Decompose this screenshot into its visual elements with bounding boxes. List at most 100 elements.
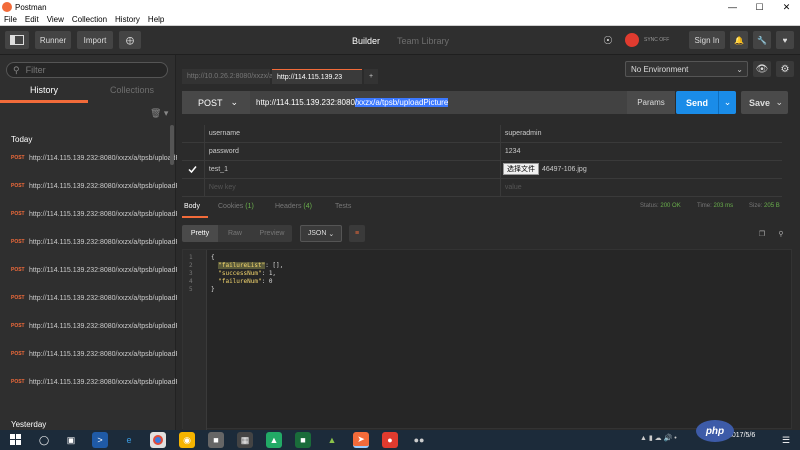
code-line: "failureList": [], [211,262,283,269]
new-key-input[interactable]: New key [204,179,499,197]
wrap-lines-button[interactable]: ≡ [349,225,365,242]
environment-select[interactable]: No Environment ⌄ [625,61,748,77]
chevron-down-icon[interactable]: ⌄ [718,91,736,114]
pretty-button[interactable]: Pretty [182,225,218,242]
form-value[interactable]: 1234 [500,143,782,161]
form-key[interactable]: password [204,143,499,161]
filter-input[interactable]: ⚲ Filter [6,62,168,78]
choose-file-button[interactable]: 选择文件 [502,163,539,175]
tab-collections[interactable]: Collections [110,85,154,95]
form-key-text: username [208,130,241,137]
chevron-down-icon: ⌄ [736,64,743,74]
line-gutter [183,250,207,430]
history-item[interactable]: POST http://114.115.139.232:8080/xxzx/a/t… [11,321,197,349]
sidebar-scrollbar[interactable] [170,125,174,165]
request-tab[interactable]: http://10.0.26.2:8080/xxzx/a [182,69,273,84]
menu-history[interactable]: History [111,15,144,24]
menu-edit[interactable]: Edit [21,15,43,24]
menu-view[interactable]: View [43,15,68,24]
search-button[interactable]: ⚲ [774,225,788,242]
response-body[interactable]: 1 2 3 4 5 { "failureList": [], "successN… [182,249,792,430]
method-select[interactable]: POST ⌄ [182,91,250,114]
menu-collection[interactable]: Collection [68,15,111,24]
form-value-text: superadmin [504,130,542,137]
history-item[interactable]: POST http://114.115.139.232:8080/xxzx/a/t… [11,265,197,293]
sign-in-button[interactable]: Sign In [689,31,725,49]
notifications-icon[interactable]: ☰ [778,432,794,448]
copy-button[interactable]: ❐ [755,225,769,242]
history-item[interactable]: POST http://114.115.139.232:8080/xxzx/a/t… [11,181,197,209]
table-row: username superadmin [182,125,782,143]
tray-icons[interactable]: ▲ ▮ ☁ 🔊 • [640,434,677,442]
new-tab-button[interactable]: ⨁ [119,31,141,49]
paint-icon[interactable]: ◉ [179,432,195,448]
history-item[interactable]: POST http://114.115.139.232:8080/xxzx/a/t… [11,237,197,265]
minimize-icon[interactable]: — [719,0,746,14]
history-item[interactable]: POST http://114.115.139.232:8080/xxzx/a/t… [11,349,197,377]
sync-icon[interactable] [625,33,639,47]
history-item[interactable]: POST http://114.115.139.232:8080/xxzx/a/t… [11,293,197,321]
sidebar-toggle-button[interactable] [5,31,29,49]
history-item[interactable]: POST http://114.115.139.232:8080/xxzx/a/t… [11,377,197,405]
add-tab-button[interactable]: + [364,69,378,84]
save-label: Save [749,97,771,108]
interceptor-icon[interactable]: ☉ [603,34,613,47]
url-input[interactable]: http://114.115.139.232:8080/xxzx/a/tpsb/… [256,91,449,114]
quick-look-button[interactable]: 👁 [753,61,771,77]
heart-button[interactable]: ♥ [776,31,794,49]
notifications-button[interactable]: 🔔 [730,31,748,49]
tab-tests[interactable]: Tests [335,203,351,210]
tab-body[interactable]: Body [184,203,200,210]
powershell-icon[interactable]: > [92,432,108,448]
settings-button[interactable]: 🔧 [753,31,771,49]
form-key[interactable]: username [204,125,499,143]
postman-logo-icon [2,2,12,12]
history-item[interactable]: POST http://114.115.139.232:8080/xxzx/a/t… [11,209,197,237]
close-icon[interactable]: ✕ [773,0,800,14]
tab-headers[interactable]: Headers (4) [275,203,312,210]
start-icon[interactable] [8,432,24,448]
wechat-icon[interactable]: ●● [411,432,427,448]
form-key[interactable]: test_1 [204,161,499,179]
new-value-input[interactable]: value [500,179,782,197]
row-checkbox[interactable] [188,165,197,174]
menu-file[interactable]: File [0,15,21,24]
terminal-icon[interactable]: ■ [295,432,311,448]
form-value[interactable]: superadmin [500,125,782,143]
url-path-selected: /xxzx/a/tpsb/uploadPicture [354,98,449,107]
menu-help[interactable]: Help [144,15,168,24]
trash-icon[interactable]: 🗑 ▾ [150,108,168,119]
request-tab-active[interactable]: http://114.115.139.23 [272,69,362,84]
edge-icon[interactable]: e [121,432,137,448]
history-tab-underline [0,100,88,103]
file-explorer-icon[interactable]: ■ [208,432,224,448]
save-button[interactable]: Save ⌄ [741,91,788,114]
method-label: POST [11,155,25,161]
size-value: 205 B [764,203,780,209]
app-red-icon[interactable]: ● [382,432,398,448]
history-item[interactable]: POST http://114.115.139.232:8080/xxzx/a/t… [11,153,197,181]
app-icon[interactable]: ▲ [266,432,282,448]
format-select[interactable]: JSON ⌄ [300,225,342,242]
url-bar: POST ⌄ http://114.115.139.232:8080/xxzx/… [182,91,675,114]
store-icon[interactable]: ▦ [237,432,253,448]
time-label: Time: [697,203,712,209]
tab-builder[interactable]: Builder [352,36,380,46]
tab-cookies[interactable]: Cookies (1) [218,203,254,210]
task-view-icon[interactable]: ▣ [63,432,79,448]
chrome-icon[interactable] [150,432,166,448]
android-studio-icon[interactable]: ▲ [324,432,340,448]
postman-taskbar-icon[interactable]: ➤ [353,432,369,448]
tab-team-library[interactable]: Team Library [397,36,449,46]
raw-button[interactable]: Raw [218,225,252,242]
preview-button[interactable]: Preview [252,225,292,242]
manage-environments-button[interactable]: ⚙ [776,61,794,77]
runner-button[interactable]: Runner [35,31,71,49]
environment-value: No Environment [631,64,689,74]
search-icon[interactable]: ◯ [36,432,52,448]
tab-history[interactable]: History [30,85,58,95]
send-button[interactable]: Send ⌄ [676,91,736,114]
maximize-icon[interactable]: ☐ [746,0,773,14]
params-button[interactable]: Params [627,91,675,114]
import-button[interactable]: Import [77,31,113,49]
